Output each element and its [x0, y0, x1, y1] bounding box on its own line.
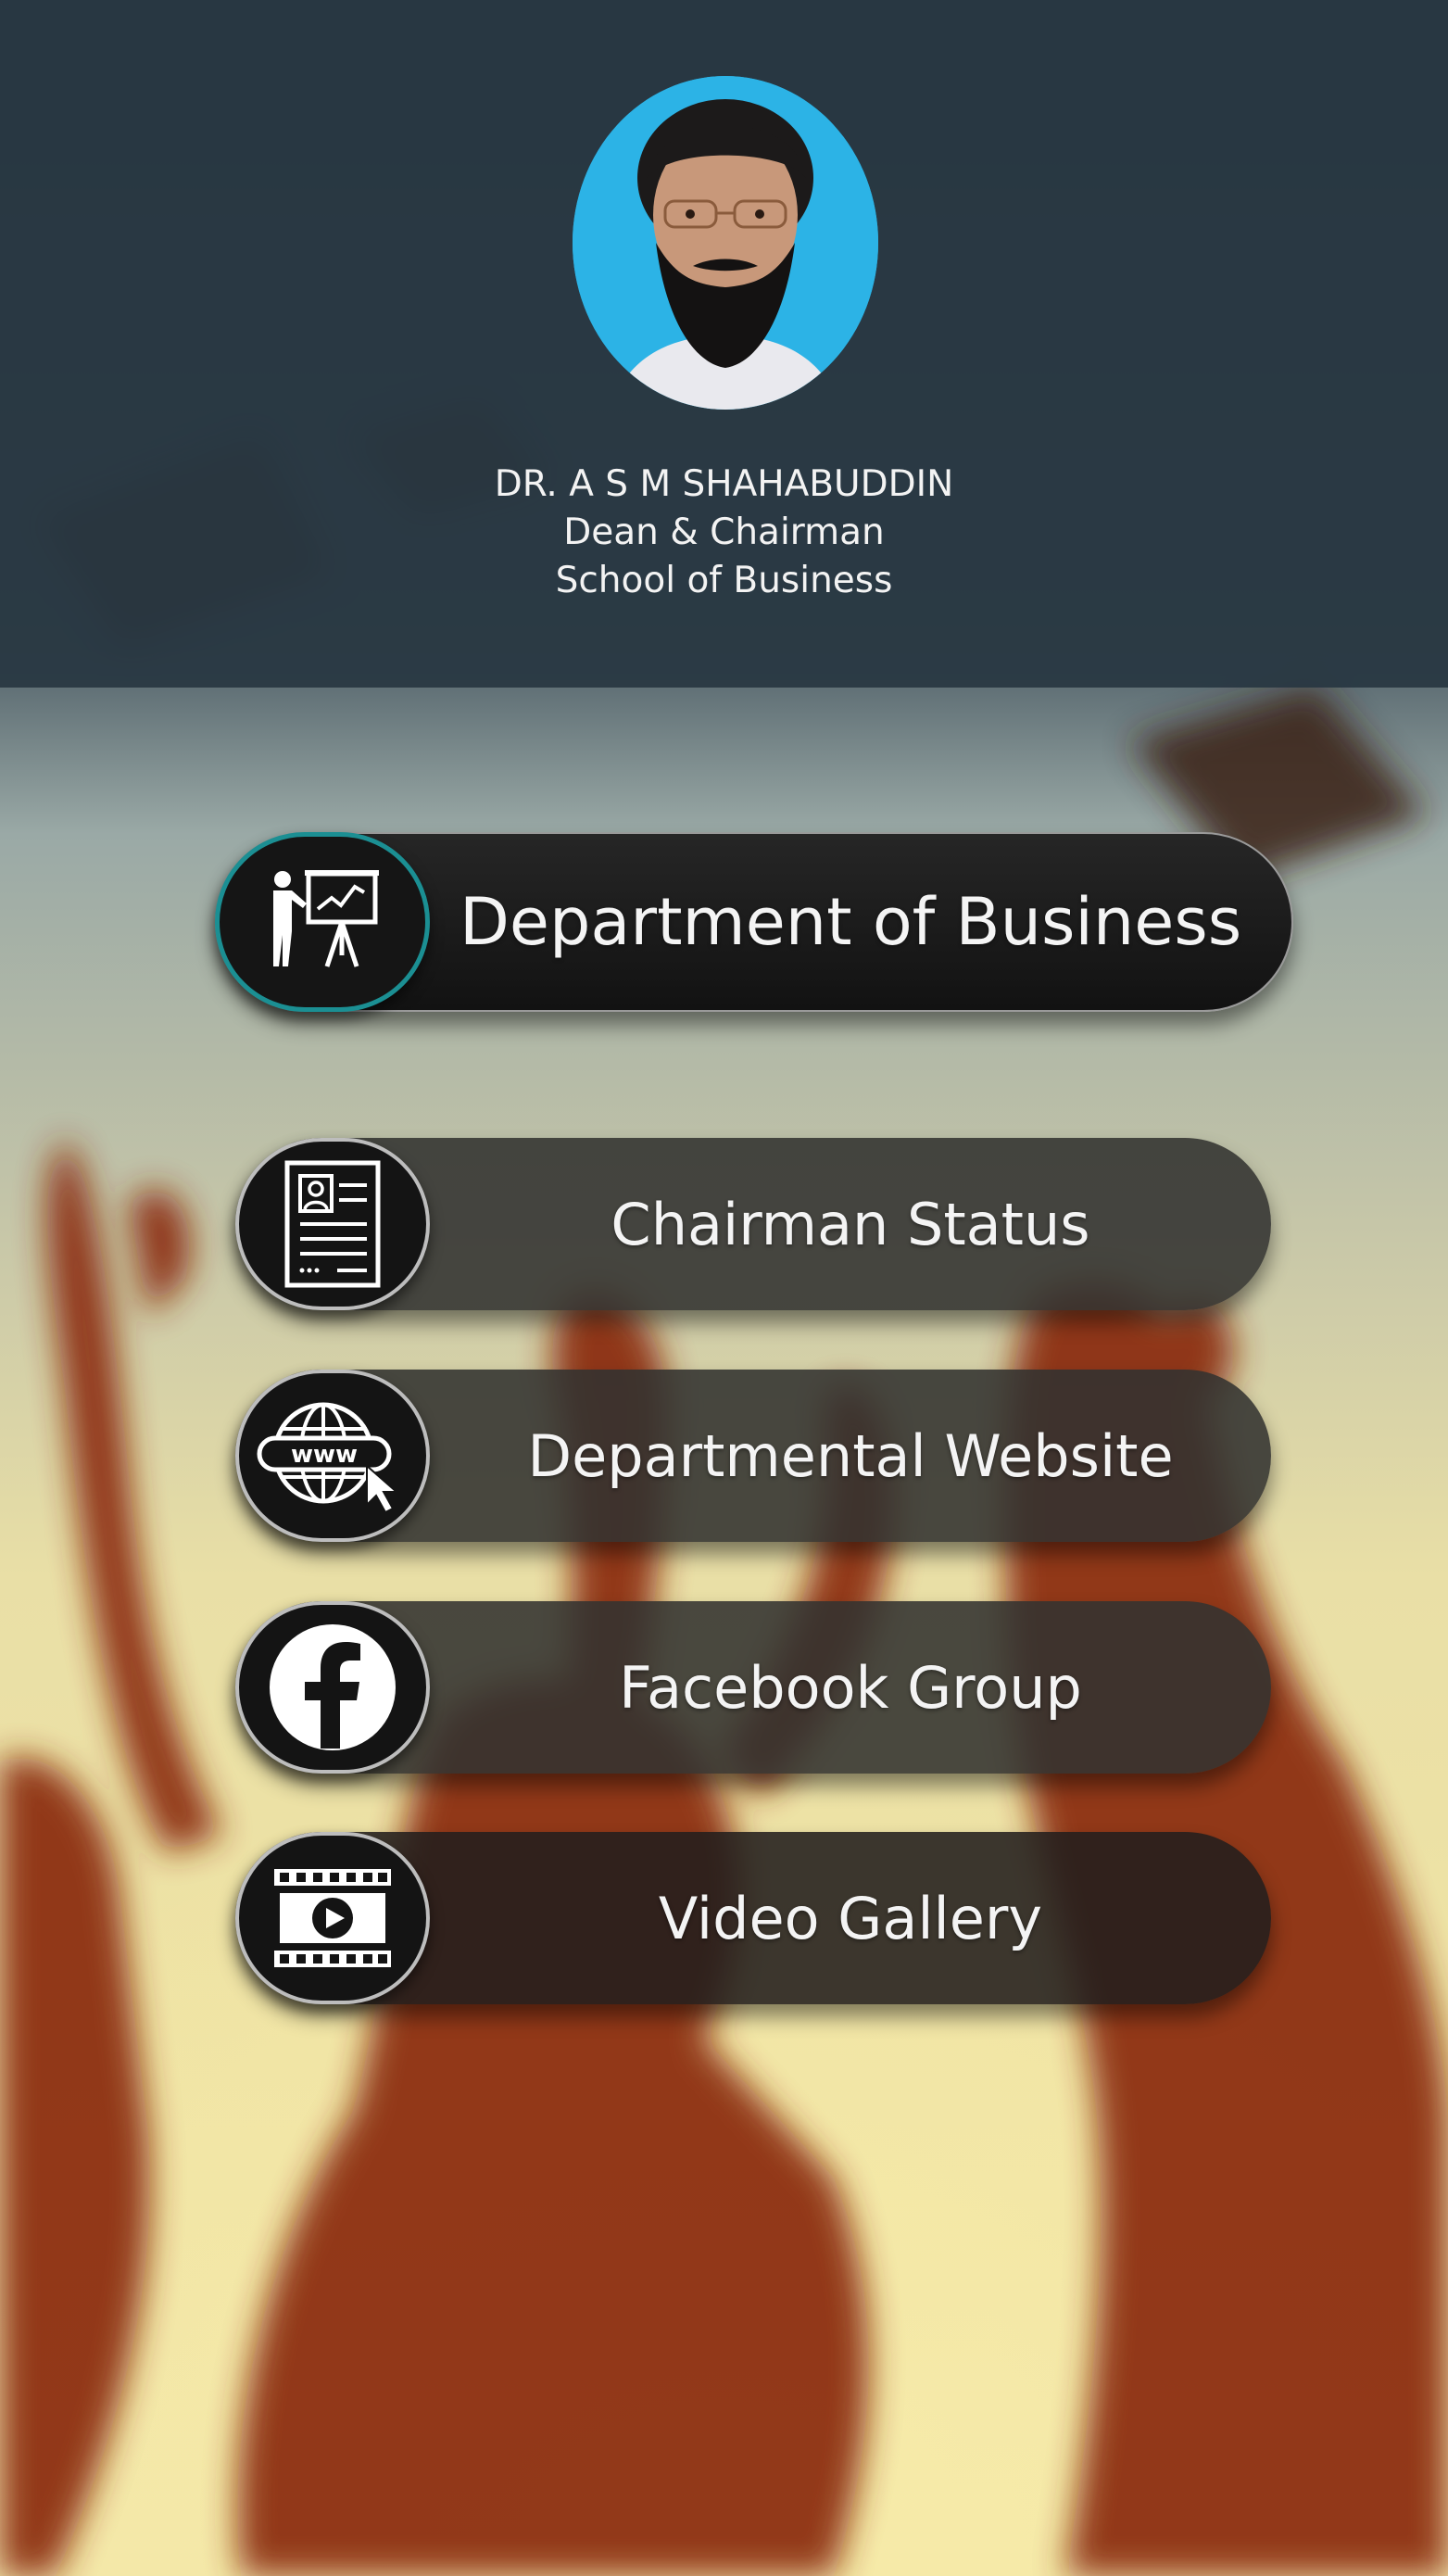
www-globe-icon: www [257, 1402, 399, 1514]
departmental-website-label: Departmental Website [527, 1421, 1174, 1490]
department-of-business-button[interactable]: Department of Business [215, 832, 1293, 1012]
avatar-portrait [573, 76, 878, 410]
chairman-status-button[interactable]: Chairman Status [235, 1138, 1271, 1310]
presentation-icon-wrap [215, 832, 430, 1012]
facebook-icon [270, 1624, 396, 1750]
video-gallery-button[interactable]: Video Gallery [235, 1832, 1271, 2004]
presentation-icon [273, 870, 379, 967]
video-gallery-label: Video Gallery [658, 1884, 1043, 1952]
profile-name: DR. A S M SHAHABUDDIN [494, 463, 954, 505]
chairman-status-label: Chairman Status [611, 1190, 1090, 1258]
profile-document-icon-wrap [235, 1138, 430, 1310]
profile-header: DR. A S M SHAHABUDDIN Dean & Chairman Sc… [0, 0, 1448, 688]
facebook-group-button[interactable]: Facebook Group [235, 1601, 1271, 1774]
departmental-website-button[interactable]: www Departmental Website [235, 1370, 1271, 1542]
facebook-icon-wrap [235, 1601, 430, 1774]
facebook-group-label: Facebook Group [619, 1653, 1082, 1722]
profile-role: Dean & Chairman [563, 511, 885, 553]
profile-document-icon [284, 1160, 381, 1288]
avatar [573, 76, 878, 410]
profile-school: School of Business [555, 560, 893, 601]
video-film-icon-wrap [235, 1832, 430, 2004]
video-film-icon [274, 1869, 391, 1967]
department-of-business-label: Department of Business [460, 884, 1242, 960]
svg-text:www: www [291, 1441, 358, 1469]
www-globe-icon-wrap: www [235, 1370, 430, 1542]
